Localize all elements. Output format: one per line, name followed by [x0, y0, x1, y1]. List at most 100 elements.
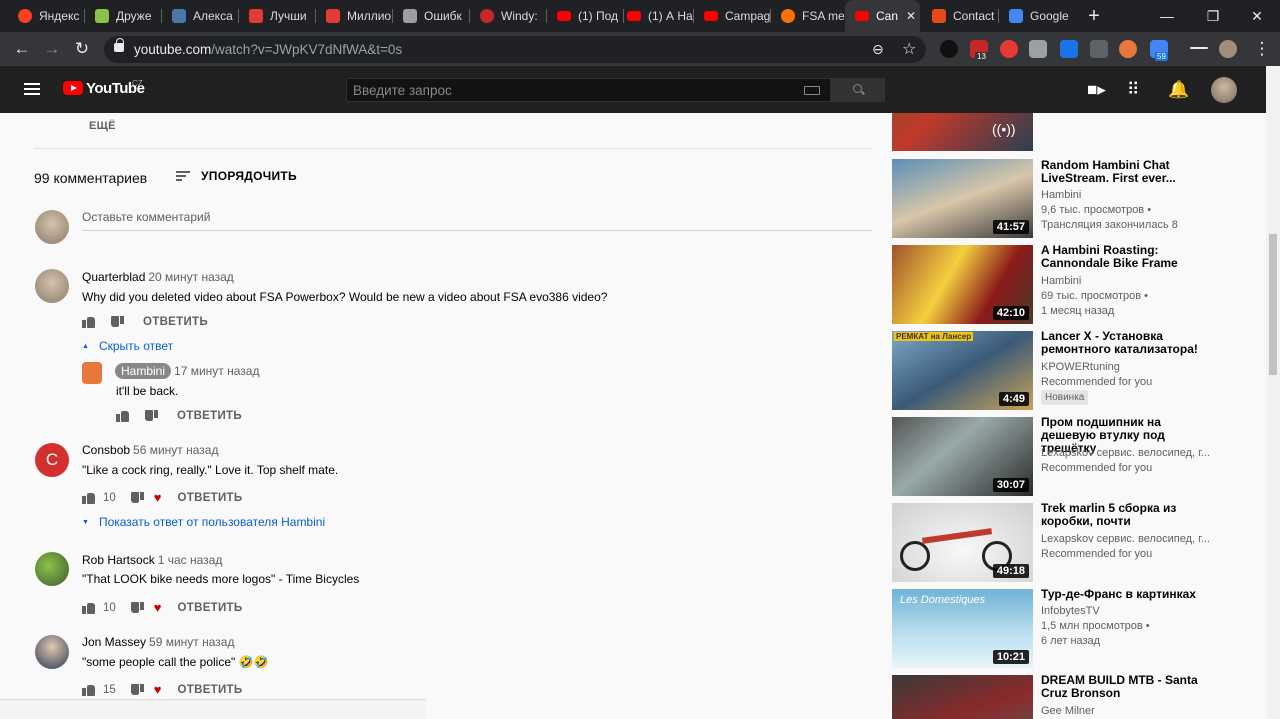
reply-author[interactable]: Hambini 17 минут назад	[115, 363, 259, 379]
video-channel[interactable]: Lexapskov сервис. велосипед, г...	[1041, 532, 1221, 547]
extension-icon[interactable]	[940, 40, 958, 58]
browser-tab[interactable]: Campag	[694, 0, 771, 32]
close-tab-icon[interactable]: ✕	[906, 9, 916, 23]
browser-tab-active[interactable]: Can ✕	[845, 0, 920, 32]
video-title[interactable]: DREAM BUILD MTB - Santa Cruz Bronson	[1041, 674, 1216, 700]
youtube-logo-icon[interactable]	[63, 81, 83, 95]
notifications-bell-icon[interactable]: 🔔	[1168, 80, 1189, 100]
browser-tab[interactable]: Windy:	[470, 0, 547, 32]
reply-button[interactable]: ОТВЕТИТЬ	[178, 602, 243, 614]
media-control-icon[interactable]	[1190, 47, 1208, 49]
apps-grid-icon[interactable]: ⠿	[1127, 80, 1139, 100]
video-title[interactable]: Random Hambini Chat LiveStream. First ev…	[1041, 159, 1216, 185]
comment-time[interactable]: 17 минут назад	[174, 364, 259, 378]
close-window-icon[interactable]: ✕	[1234, 0, 1280, 32]
add-comment-field[interactable]: Оставьте комментарий	[82, 210, 210, 224]
comment-author[interactable]: Consbob 56 минут назад	[82, 443, 218, 457]
browser-tab[interactable]: Лучши	[239, 0, 316, 32]
keyboard-icon[interactable]	[804, 86, 820, 95]
dislike-icon[interactable]	[144, 410, 158, 422]
profile-avatar[interactable]	[1219, 40, 1237, 58]
reply-button[interactable]: ОТВЕТИТЬ	[177, 410, 242, 422]
video-channel[interactable]: KPOWERtuning	[1041, 360, 1221, 375]
comment-time[interactable]: 56 минут назад	[133, 443, 218, 457]
video-channel[interactable]: Gee Milner	[1041, 704, 1221, 719]
video-thumbnail[interactable]: 41:57	[892, 159, 1033, 238]
reload-icon[interactable]: ↻	[70, 37, 94, 61]
comment-author[interactable]: Rob Hartsock 1 час назад	[82, 553, 222, 567]
avatar[interactable]	[1211, 77, 1237, 103]
video-channel[interactable]: Hambini	[1041, 188, 1221, 203]
video-channel[interactable]: Lexapskov сервис. велосипед, г...	[1041, 446, 1221, 461]
browser-tab[interactable]: Яндекс	[8, 0, 85, 32]
dislike-icon[interactable]	[130, 602, 144, 614]
show-more-button[interactable]: ЕЩЁ	[89, 120, 116, 132]
avatar[interactable]	[35, 635, 69, 669]
bookmark-star-icon[interactable]: ☆	[902, 39, 916, 59]
extension-icon[interactable]	[1090, 40, 1108, 58]
video-title[interactable]: Тур-де-Франс в картинках	[1041, 588, 1216, 601]
search-input[interactable]: Введите запрос	[346, 78, 831, 102]
like-icon[interactable]	[82, 684, 96, 696]
video-title[interactable]: Trek marlin 5 сборка из коробки, почти	[1041, 502, 1216, 528]
browser-tab[interactable]: Друже	[85, 0, 162, 32]
search-button[interactable]	[831, 78, 885, 102]
video-channel[interactable]: InfobytesTV	[1041, 604, 1221, 619]
avatar[interactable]	[35, 552, 69, 586]
reply-button[interactable]: ОТВЕТИТЬ	[143, 316, 208, 328]
forward-arrow-icon[interactable]: →	[40, 37, 64, 61]
extension-icon[interactable]	[1000, 40, 1018, 58]
hide-replies-toggle[interactable]: ▲ Скрыть ответ	[82, 339, 173, 353]
comment-time[interactable]: 20 минут назад	[148, 270, 233, 284]
like-icon[interactable]	[82, 316, 96, 328]
zoom-icon[interactable]: ⊖	[872, 41, 884, 58]
translate-icon[interactable]	[1060, 40, 1078, 58]
dislike-icon[interactable]	[110, 316, 124, 328]
video-title[interactable]: Lancer X - Установка ремонтного катализа…	[1041, 330, 1216, 356]
avatar[interactable]	[35, 269, 69, 303]
browser-tab[interactable]: Google	[999, 0, 1076, 32]
minimize-icon[interactable]: —	[1144, 0, 1190, 32]
scrollbar-thumb[interactable]	[1269, 234, 1277, 375]
browser-tab[interactable]: Contact	[922, 0, 999, 32]
video-thumbnail[interactable]: РЕМКАТ на Лансер 4:49	[892, 331, 1033, 410]
avatar[interactable]	[35, 210, 69, 244]
browser-tab[interactable]: Ошибк	[393, 0, 470, 32]
video-thumbnail[interactable]: 49:18	[892, 503, 1033, 582]
back-arrow-icon[interactable]: ←	[10, 37, 34, 61]
new-tab-button[interactable]: +	[1082, 4, 1106, 28]
video-channel[interactable]: Hambini	[1041, 274, 1221, 289]
reply-button[interactable]: ОТВЕТИТЬ	[178, 492, 243, 504]
menu-kebab-icon[interactable]: ⋮	[1250, 37, 1274, 61]
video-thumbnail[interactable]	[892, 675, 1033, 719]
browser-tab[interactable]: FSA me	[771, 0, 848, 32]
browser-tab[interactable]: (1) Под	[547, 0, 624, 32]
like-icon[interactable]	[116, 410, 130, 422]
video-thumbnail[interactable]: 42:10	[892, 245, 1033, 324]
browser-tab[interactable]: Миллио	[316, 0, 393, 32]
comment-author[interactable]: Quarterblad 20 минут назад	[82, 270, 234, 284]
camera-icon[interactable]	[1029, 40, 1047, 58]
extension-icon[interactable]	[1119, 40, 1137, 58]
comment-author[interactable]: Jon Massey 59 минут назад	[82, 635, 234, 649]
video-thumbnail[interactable]: Les Domestiques 10:21	[892, 589, 1033, 668]
video-thumbnail[interactable]: 30:07	[892, 417, 1033, 496]
sort-button[interactable]: УПОРЯДОЧИТЬ	[176, 169, 297, 183]
avatar[interactable]	[82, 362, 102, 384]
page-scrollbar[interactable]	[1266, 66, 1280, 719]
restore-icon[interactable]: ❐	[1190, 0, 1236, 32]
dislike-icon[interactable]	[130, 684, 144, 696]
comment-time[interactable]: 1 час назад	[158, 553, 223, 567]
dislike-icon[interactable]	[130, 492, 144, 504]
video-title[interactable]: A Hambini Roasting: Cannondale Bike Fram…	[1041, 244, 1216, 270]
address-bar[interactable]: youtube.com/watch?v=JWpKV7dNfWA&t=0s ⊖ ☆	[104, 36, 926, 63]
avatar[interactable]: C	[35, 443, 69, 477]
like-icon[interactable]	[82, 602, 96, 614]
browser-tab[interactable]: Алекса	[162, 0, 239, 32]
comment-time[interactable]: 59 минут назад	[149, 635, 234, 649]
create-video-icon[interactable]: ■▸	[1087, 80, 1106, 100]
like-icon[interactable]	[82, 492, 96, 504]
show-replies-toggle[interactable]: ▼ Показать ответ от пользователя Hambini	[82, 515, 325, 529]
video-thumbnail[interactable]: ((•))	[892, 113, 1033, 151]
reply-button[interactable]: ОТВЕТИТЬ	[178, 684, 243, 696]
